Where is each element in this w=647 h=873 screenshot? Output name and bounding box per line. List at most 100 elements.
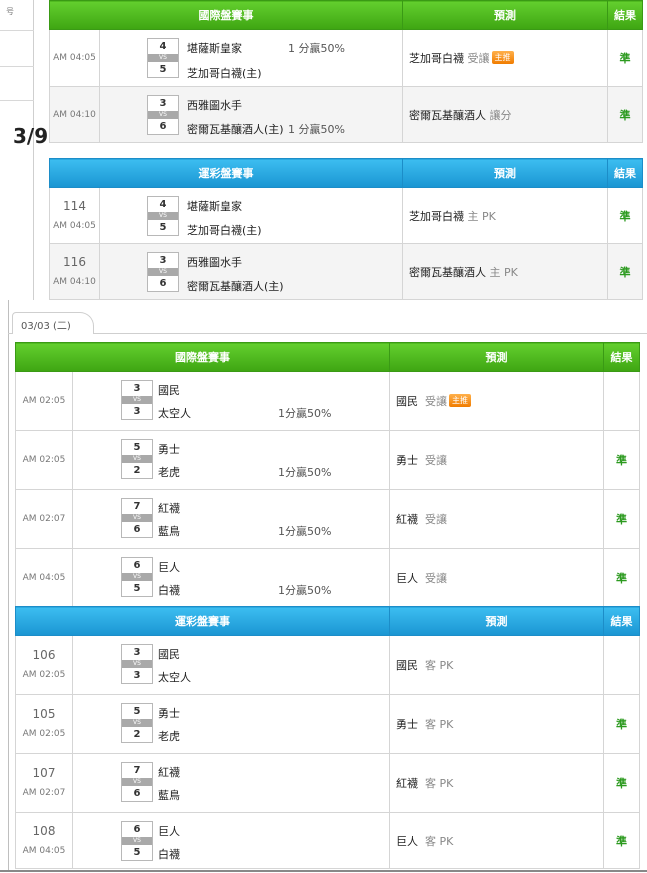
game-time: AM 02:07 <box>22 788 66 798</box>
tab-date[interactable]: 03/03 (二) <box>12 312 94 334</box>
game-time: AM 04:05 <box>53 220 96 231</box>
header-events: 運彩盤賽事 <box>15 606 390 636</box>
time-cell: 108 AM 04:05 <box>15 812 73 869</box>
away-team: 西雅圖水手 <box>187 256 242 269</box>
predicted-team: 巨人 <box>396 834 418 848</box>
predicted-team: 巨人 <box>396 572 418 585</box>
prediction-type: 受讓 <box>425 395 447 408</box>
prediction-cell: 勇士 受讓 <box>389 430 604 490</box>
predicted-team: 勇士 <box>396 718 418 731</box>
match-cell: 3 VS 6 西雅圖水手 密爾瓦基釀酒人(主) 1 分贏50% <box>99 86 403 143</box>
handicap-text: 1分贏50% <box>278 525 332 538</box>
away-score: 3 <box>159 98 167 109</box>
score-box: 4 VS 5 <box>147 196 179 236</box>
score-box: 3 VS 6 <box>147 95 179 135</box>
table-row: AM 04:10 3 VS 6 西雅圖水手 密爾瓦基釀酒人(主) 1 分贏50%… <box>49 86 643 143</box>
predicted-team: 密爾瓦基釀酒人 <box>409 108 486 122</box>
table-header: 運彩盤賽事 預測 結果 <box>15 606 640 636</box>
home-team: 老虎 <box>158 730 180 743</box>
prediction-cell: 巨人 客 PK <box>389 812 604 869</box>
away-score: 6 <box>133 824 141 835</box>
game-time: AM 02:07 <box>22 514 66 524</box>
prediction-type: 客 PK <box>425 777 454 790</box>
table-row: 114 AM 04:05 4 VS 5 堪薩斯皇家 芝加哥白襪(主) 芝加哥白襪 … <box>49 187 643 244</box>
match-cell: 3 VS 3 國民 太空人 1分贏50% <box>72 371 390 431</box>
header-events: 國際盤賽事 <box>49 0 403 30</box>
score-box: 3 VS 6 <box>147 252 179 292</box>
away-score: 3 <box>133 383 141 394</box>
bottom-border <box>0 870 647 872</box>
prediction-type: 讓分 <box>489 108 512 122</box>
score-box: 6 VS 5 <box>121 557 153 597</box>
vs-label: VS <box>148 268 178 276</box>
time-cell: AM 04:10 <box>49 86 100 143</box>
game-time: AM 02:05 <box>22 455 66 465</box>
home-team: 密爾瓦基釀酒人(主) <box>187 280 284 293</box>
home-score: 6 <box>133 524 141 535</box>
away-score: 6 <box>133 560 141 571</box>
header-result: 結果 <box>603 606 640 636</box>
game-number: 116 <box>63 254 86 269</box>
prediction-type: 客 PK <box>425 718 454 731</box>
vs-label: VS <box>148 111 178 119</box>
score-box: 5 VS 2 <box>121 439 153 479</box>
game-time: AM 02:05 <box>22 396 66 406</box>
away-team: 勇士 <box>158 707 180 720</box>
away-team: 巨人 <box>158 825 180 838</box>
time-cell: 105 AM 02:05 <box>15 694 73 754</box>
vs-label: VS <box>122 660 152 668</box>
away-team: 紅襪 <box>158 502 180 515</box>
result-cell: 準 <box>603 812 640 869</box>
predicted-team: 紅襪 <box>396 777 418 790</box>
home-team: 芝加哥白襪(主) <box>187 67 262 80</box>
prediction-cell: 國民 客 PK <box>389 635 604 695</box>
sidebar-divider <box>0 100 34 101</box>
home-score: 6 <box>159 121 167 132</box>
vs-label: VS <box>122 455 152 463</box>
prediction-type: 客 PK <box>425 834 454 848</box>
sidebar-divider <box>0 30 34 31</box>
predicted-team: 國民 <box>396 395 418 408</box>
home-team: 藍鳥 <box>158 525 180 538</box>
header-events: 運彩盤賽事 <box>49 158 403 188</box>
prediction-type: 受讓 <box>425 572 447 585</box>
away-team: 勇士 <box>158 443 180 456</box>
prediction-cell: 紅襪 受讓 <box>389 489 604 549</box>
handicap-text: 1 分贏50% <box>288 123 345 136</box>
away-score: 5 <box>133 706 141 717</box>
prediction-cell: 國民 受讓 主推 <box>389 371 604 431</box>
time-cell: AM 02:05 <box>15 430 73 490</box>
home-team: 白襪 <box>158 584 180 597</box>
away-score: 3 <box>133 647 141 658</box>
vs-label: VS <box>148 212 178 220</box>
predicted-team: 芝加哥白襪 <box>409 209 464 223</box>
prediction-type: 主 PK <box>467 209 496 223</box>
match-cell: 5 VS 2 勇士 老虎 1分贏50% <box>72 430 390 490</box>
result-cell: 準 <box>603 430 640 490</box>
result-cell: 準 <box>607 187 643 244</box>
game-time: AM 04:10 <box>53 276 96 287</box>
header-prediction: 預測 <box>402 0 608 30</box>
match-cell: 3 VS 3 國民 太空人 <box>72 635 390 695</box>
away-score: 5 <box>133 442 141 453</box>
game-number: 105 <box>32 707 56 721</box>
home-score: 6 <box>133 788 141 799</box>
away-team: 堪薩斯皇家 <box>187 200 242 213</box>
match-cell: 4 VS 5 堪薩斯皇家 芝加哥白襪(主) <box>99 187 403 244</box>
header-result: 結果 <box>607 158 643 188</box>
match-cell: 4 VS 5 堪薩斯皇家 芝加哥白襪(主) 1 分贏50% <box>99 29 403 87</box>
handicap-text: 1分贏50% <box>278 407 332 420</box>
home-score: 5 <box>133 847 141 858</box>
table-row: AM 02:05 3 VS 3 國民 太空人 1分贏50% 國民 受讓 主推 <box>15 371 640 431</box>
prediction-cell: 芝加哥白襪 主 PK <box>402 187 608 244</box>
time-cell: 107 AM 02:07 <box>15 753 73 813</box>
score-box: 5 VS 2 <box>121 703 153 743</box>
prediction-cell: 勇士 客 PK <box>389 694 604 754</box>
table-header: 國際盤賽事 預測 結果 <box>49 0 643 30</box>
game-time: AM 02:05 <box>22 670 66 680</box>
date-label: 3/9 <box>13 124 49 148</box>
recommend-badge: 主推 <box>491 51 514 64</box>
prediction-type: 客 PK <box>425 659 454 672</box>
match-cell: 3 VS 6 西雅圖水手 密爾瓦基釀酒人(主) <box>99 243 403 300</box>
match-cell: 7 VS 6 紅襪 藍鳥 <box>72 753 390 813</box>
